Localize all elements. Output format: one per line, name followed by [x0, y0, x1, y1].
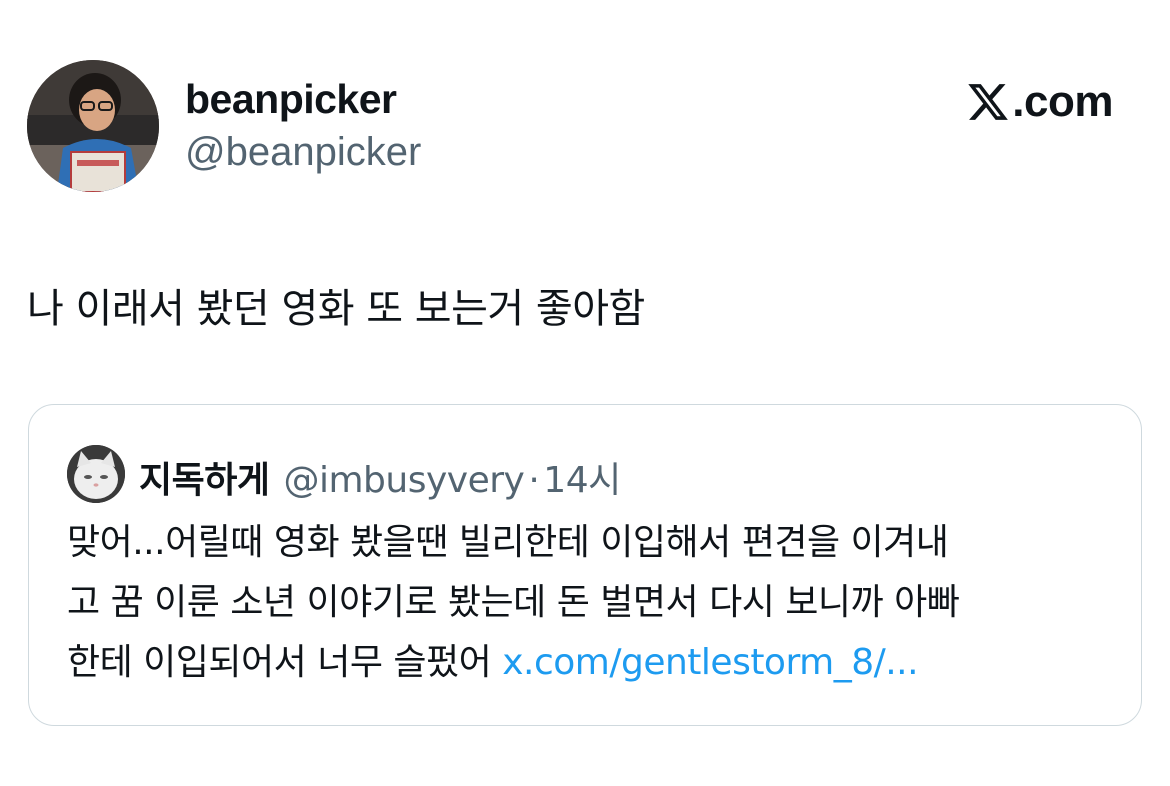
tweet-text: 나 이래서 봤던 영화 또 보는거 좋아함 [27, 286, 645, 332]
brand-watermark: .com [966, 76, 1113, 128]
author-display-name[interactable]: beanpicker [185, 76, 397, 123]
author-avatar-image [27, 60, 159, 192]
brand-domain: .com [1012, 77, 1113, 126]
quoted-tweet-line: 맞어...어릴때 영화 봤을땐 빌리한테 이입해서 편견을 이겨내 [67, 522, 949, 563]
cat-avatar-image [67, 445, 125, 503]
quoted-tweet-line-last: 한테 이입되어서 너무 슬펐어 x.com/gentlestorm_8/... [67, 633, 1117, 693]
author-avatar[interactable] [27, 60, 159, 192]
quoted-author-avatar[interactable] [67, 445, 125, 503]
separator-dot: · [528, 460, 540, 501]
quoted-tweet-card[interactable]: 지독하게 @imbusyvery · 14시 맞어...어릴때 영화 봤을땐 빌… [28, 404, 1142, 726]
quoted-author-display-name[interactable]: 지독하게 [139, 451, 270, 503]
quoted-tweet-link[interactable]: x.com/gentlestorm_8/... [502, 642, 918, 683]
quoted-tweet-timestamp[interactable]: 14시 [543, 451, 621, 503]
author-handle[interactable]: @beanpicker [185, 130, 421, 175]
quoted-author-handle[interactable]: @imbusyvery [283, 460, 524, 501]
quoted-tweet-line-text: 한테 이입되어서 너무 슬펐어 [67, 642, 503, 683]
x-logo-icon [968, 84, 1009, 120]
quoted-tweet-line: 고 꿈 이룬 소년 이야기로 봤는데 돈 벌면서 다시 보니까 아빠 [67, 582, 960, 623]
quoted-tweet-header: 지독하게 @imbusyvery · 14시 [139, 451, 621, 503]
quoted-tweet-body: 맞어...어릴때 영화 봤을땐 빌리한테 이입해서 편견을 이겨내 고 꿈 이룬… [67, 513, 1117, 693]
